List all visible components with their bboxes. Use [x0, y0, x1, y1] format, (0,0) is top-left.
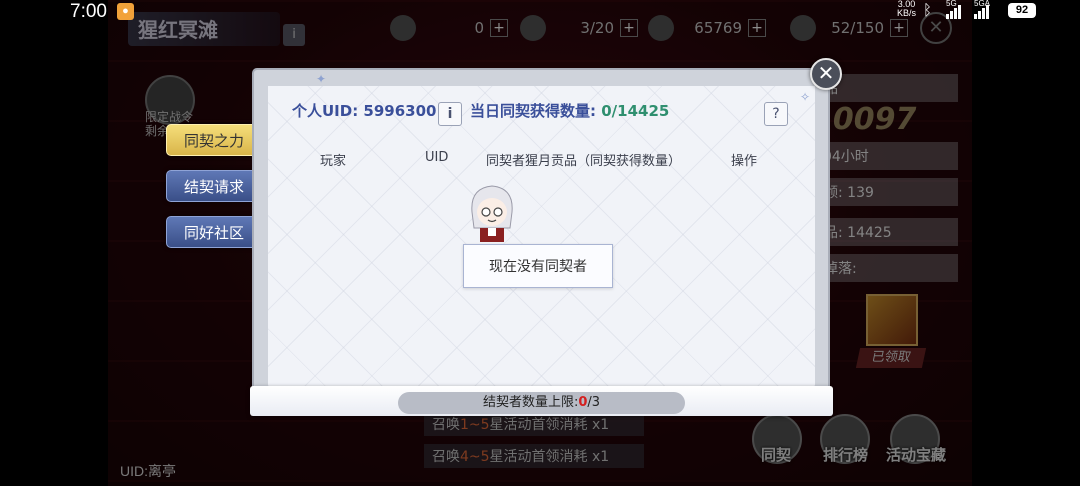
partner-limit: 结契者数量上限:0/3: [398, 392, 685, 414]
empty-state-message: 现在没有同契者: [463, 244, 613, 288]
partner-limit-label: 结契者数量上限:: [482, 395, 579, 410]
close-dialog-button[interactable]: ✕: [810, 58, 842, 90]
daily-count-label: 当日同契获得数量:: [470, 102, 596, 120]
tab-bond-requests[interactable]: 结契请求: [166, 170, 262, 202]
bluetooth-icon: ᛒ: [923, 2, 933, 19]
help-button[interactable]: ?: [764, 102, 788, 126]
column-header-tribute: 同契者猩月贡品（同契获得数量）: [486, 154, 682, 169]
signal-icon: 5G: [946, 0, 961, 19]
partner-dialog: [268, 86, 815, 386]
battery-icon: 92: [1008, 3, 1036, 18]
daily-count-value: 0/14425: [601, 102, 670, 120]
signal-icon: 5GA: [974, 0, 991, 19]
star-decoration-icon: ✧: [800, 90, 811, 104]
column-header-uid: UID: [425, 150, 449, 165]
signal-label: 5G: [946, 0, 957, 8]
signal-label: 5GA: [974, 0, 991, 8]
daily-info-button[interactable]: i: [438, 102, 462, 126]
star-decoration-icon: ✦: [316, 72, 327, 86]
clock: 7:00: [70, 1, 107, 22]
daily-partner-count: 当日同契获得数量: 0/14425: [470, 100, 669, 121]
partner-limit-max: /3: [587, 395, 601, 410]
personal-uid: 个人UID: 5996300: [292, 102, 437, 120]
tab-community[interactable]: 同好社区: [166, 216, 262, 248]
app-notification-icon: ●: [117, 3, 134, 20]
column-header-player: 玩家: [320, 154, 347, 169]
column-header-action: 操作: [731, 154, 758, 169]
chibi-mascot-icon: [471, 185, 513, 242]
tab-partner-power[interactable]: 同契之力: [166, 124, 262, 156]
status-bar: 7:00 ● 3.00 KB/s ᛒ 5G 5GA 92: [0, 0, 1080, 28]
net-speed-unit: KB/s: [897, 8, 917, 18]
network-speed: 3.00 KB/s: [897, 0, 916, 18]
